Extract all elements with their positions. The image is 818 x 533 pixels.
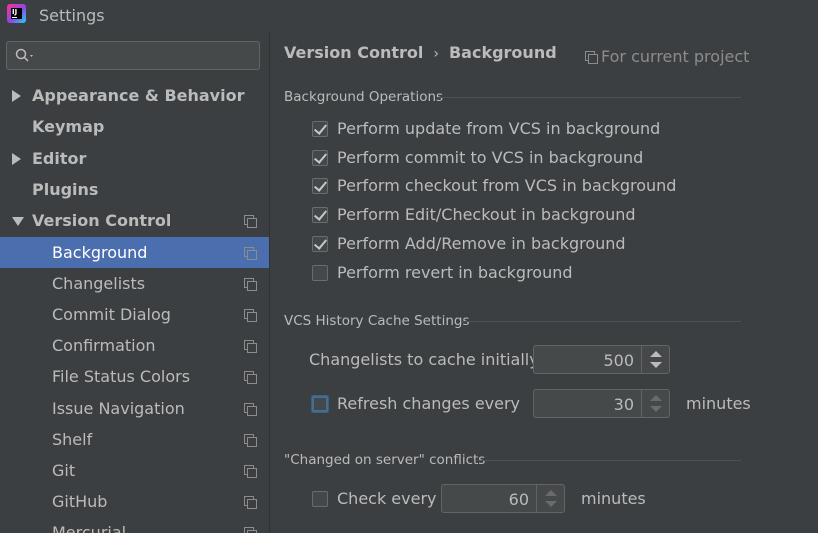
checkbox[interactable] (312, 207, 328, 223)
sidebar-item-label: Keymap (32, 117, 105, 136)
sidebar-item-shelf[interactable]: Shelf (0, 424, 269, 455)
spinner-up-icon[interactable] (650, 351, 662, 357)
breadcrumb: Version Control › Background (284, 43, 557, 62)
sidebar-item-label: Issue Navigation (52, 399, 185, 418)
sidebar-item-issue-navigation[interactable]: Issue Navigation (0, 393, 269, 424)
option-label: Perform checkout from VCS in background (337, 176, 677, 195)
checkbox[interactable] (312, 265, 328, 281)
project-scope-icon (244, 496, 257, 509)
sidebar-item-github[interactable]: GitHub (0, 486, 269, 517)
refresh-interval-spinner[interactable]: 30 (533, 389, 670, 418)
title-bar: IJ Settings (0, 0, 818, 31)
checkbox[interactable] (312, 236, 328, 252)
check-interval-spinner[interactable]: 60 (441, 484, 565, 513)
spinner-up-icon[interactable] (650, 395, 662, 401)
sidebar-item-changelists[interactable]: Changelists (0, 268, 269, 299)
settings-search-input[interactable] (6, 41, 260, 70)
sidebar-item-mercurial[interactable]: Mercurial (0, 517, 269, 533)
option-label: Perform Edit/Checkout in background (337, 205, 636, 224)
settings-content-panel: Version Control › Background For current p… (271, 31, 818, 533)
spinner-buttons[interactable] (536, 485, 564, 512)
sidebar-item-label: Plugins (32, 180, 99, 199)
breadcrumb-separator: › (433, 46, 439, 62)
sidebar-item-editor[interactable]: Editor (0, 143, 269, 174)
expand-arrow-icon[interactable] (12, 90, 21, 102)
collapse-arrow-icon[interactable] (12, 217, 24, 226)
expand-arrow-icon[interactable] (12, 153, 21, 165)
sidebar-item-appearance-behavior[interactable]: Appearance & Behavior (0, 80, 269, 111)
spinner-value[interactable]: 500 (603, 351, 634, 370)
project-scope-icon (244, 371, 257, 384)
sidebar-item-commit-dialog[interactable]: Commit Dialog (0, 299, 269, 330)
option-label: Perform commit to VCS in background (337, 148, 644, 167)
option-label: Perform Add/Remove in background (337, 234, 626, 253)
spinner-down-icon[interactable] (650, 362, 662, 368)
project-scope-icon (244, 403, 257, 416)
spinner-down-icon[interactable] (650, 406, 662, 412)
project-scope-icon (244, 309, 257, 322)
sidebar-item-label: Shelf (52, 430, 93, 449)
sidebar-item-plugins[interactable]: Plugins (0, 174, 269, 205)
option-label: Check every (337, 489, 437, 508)
sidebar-item-git[interactable]: Git (0, 455, 269, 486)
option-label: Refresh changes every (337, 394, 521, 413)
sidebar-item-label: Commit Dialog (52, 305, 171, 324)
sidebar-item-label: Mercurial (52, 523, 127, 533)
section-title-history-cache: VCS History Cache Settings (284, 313, 470, 329)
sidebar-item-label: Changelists (52, 274, 146, 293)
spinner-value[interactable]: 60 (509, 490, 529, 509)
spinner-up-icon[interactable] (545, 490, 557, 496)
section-title-background-operations: Background Operations (284, 89, 444, 105)
section-title-server-conflicts: "Changed on server" conflicts (284, 452, 486, 468)
project-scope-icon (244, 465, 257, 478)
sidebar-item-label: Confirmation (52, 336, 156, 355)
spinner-buttons[interactable] (641, 390, 669, 417)
project-scope-icon (244, 434, 257, 447)
project-scope-icon (244, 278, 257, 291)
search-icon (15, 48, 33, 62)
sidebar-item-file-status-colors[interactable]: File Status Colors (0, 361, 269, 392)
spinner-buttons[interactable] (641, 346, 669, 373)
sidebar-item-label: Version Control (32, 211, 172, 230)
sidebar-item-label: GitHub (52, 492, 108, 511)
changelists-cache-spinner[interactable]: 500 (533, 345, 670, 374)
check-unit-label: minutes (581, 489, 646, 508)
section-divider (461, 321, 741, 322)
option-label: Perform update from VCS in background (337, 119, 661, 138)
settings-sidebar: Appearance & Behavior Keymap Editor Plug… (0, 31, 270, 533)
section-divider (477, 460, 741, 461)
breadcrumb-parent[interactable]: Version Control (284, 43, 423, 62)
scope-note: For current project (585, 47, 749, 66)
project-scope-icon (585, 51, 598, 64)
breadcrumb-current: Background (448, 43, 557, 62)
sidebar-item-label: Git (52, 461, 76, 480)
checkbox[interactable] (312, 396, 328, 412)
sidebar-item-keymap[interactable]: Keymap (0, 111, 269, 142)
sidebar-item-label: Background (52, 243, 148, 262)
sidebar-item-label: Appearance & Behavior (32, 86, 245, 105)
scope-note-text: For current project (601, 47, 750, 66)
spinner-down-icon[interactable] (545, 501, 557, 507)
sidebar-item-confirmation[interactable]: Confirmation (0, 330, 269, 361)
option-label: Perform revert in background (337, 263, 573, 282)
project-scope-icon (244, 527, 257, 533)
refresh-unit-label: minutes (686, 394, 751, 413)
checkbox[interactable] (312, 121, 328, 137)
changelists-cache-label: Changelists to cache initially: (309, 350, 543, 369)
project-scope-icon (244, 215, 257, 228)
section-divider (437, 97, 741, 98)
checkbox[interactable] (312, 150, 328, 166)
checkbox[interactable] (312, 178, 328, 194)
spinner-value[interactable]: 30 (614, 395, 634, 414)
sidebar-item-background[interactable]: Background (0, 237, 269, 268)
project-scope-icon (244, 340, 257, 353)
checkbox[interactable] (312, 491, 328, 507)
sidebar-item-label: Editor (32, 149, 87, 168)
sidebar-item-version-control[interactable]: Version Control (0, 205, 269, 236)
project-scope-icon (244, 247, 257, 260)
window-title: Settings (39, 6, 105, 25)
sidebar-item-label: File Status Colors (52, 367, 191, 386)
intellij-app-icon: IJ (7, 4, 26, 23)
